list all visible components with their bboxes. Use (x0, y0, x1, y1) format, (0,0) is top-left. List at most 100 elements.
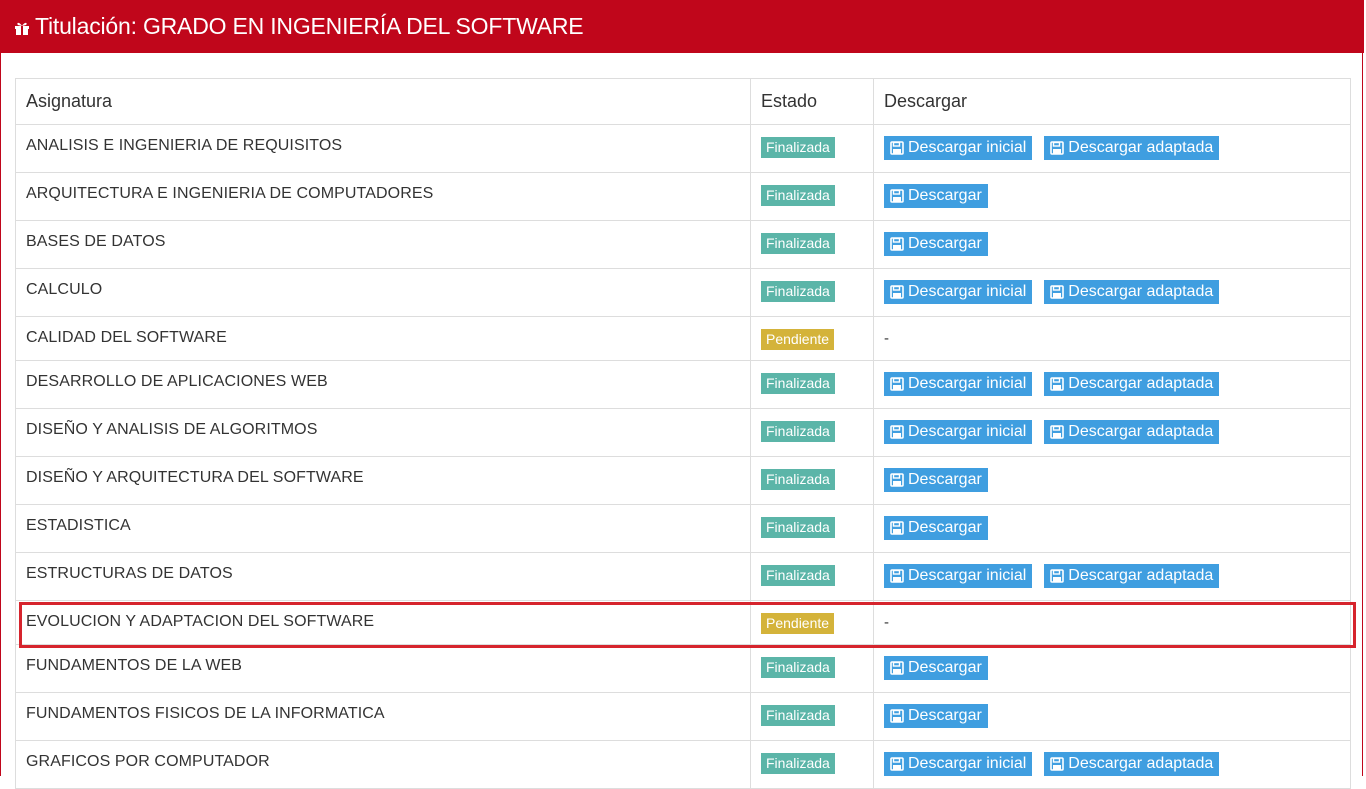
subjects-table-wrapper: Asignatura Estado Descargar ANALISIS E I… (15, 78, 1351, 789)
status-cell: Finalizada (750, 644, 874, 693)
download-initial-button[interactable]: Descargar inicial (884, 564, 1033, 588)
column-header-asignatura: Asignatura (15, 78, 751, 125)
table-row: BASES DE DATOS Finalizada Descargar (15, 220, 1351, 269)
download-button-label: Descargar inicial (908, 567, 1027, 584)
floppy-disk-icon (890, 709, 908, 723)
status-cell: Finalizada (750, 268, 874, 317)
subject-name: ANALISIS E INGENIERIA DE REQUISITOS (15, 124, 751, 173)
status-badge: Pendiente (761, 613, 835, 634)
download-button-label: Descargar inicial (908, 755, 1027, 772)
table-body: ANALISIS E INGENIERIA DE REQUISITOS Final… (15, 124, 1351, 789)
table-header-row: Asignatura Estado Descargar (15, 78, 1351, 125)
table-row: CALCULO Finalizada Descargar inicial Descar… (15, 268, 1351, 317)
table-row: FUNDAMENTOS FISICOS DE LA INFORMATICA Fin… (15, 692, 1351, 741)
status-cell: Finalizada (750, 360, 874, 409)
floppy-disk-icon (890, 377, 908, 391)
download-adapted-button[interactable]: Descargar adaptada (1044, 420, 1220, 444)
download-initial-button[interactable]: Descargar inicial (884, 372, 1033, 396)
floppy-disk-icon (1050, 425, 1068, 439)
download-cell: Descargar inicial Descargar adaptada (873, 740, 1351, 789)
status-badge: Finalizada (761, 705, 835, 726)
status-badge: Finalizada (761, 137, 835, 158)
download-adapted-button[interactable]: Descargar adaptada (1044, 280, 1220, 304)
download-button[interactable]: Descargar (884, 184, 988, 208)
download-cell: Descargar inicial Descargar adaptada (873, 268, 1351, 317)
status-badge: Finalizada (761, 281, 835, 302)
subject-name: GRAFICOS POR COMPUTADOR (15, 740, 751, 789)
download-adapted-button[interactable]: Descargar adaptada (1044, 136, 1220, 160)
table-row: DISEÑO Y ANALISIS DE ALGORITMOS Finalizad… (15, 408, 1351, 457)
floppy-disk-icon (1050, 285, 1068, 299)
subjects-table: Asignatura Estado Descargar ANALISIS E I… (15, 78, 1351, 789)
subject-name: FUNDAMENTOS FISICOS DE LA INFORMATICA (15, 692, 751, 741)
download-initial-button[interactable]: Descargar inicial (884, 280, 1033, 304)
download-cell: - (873, 316, 1351, 361)
download-button[interactable]: Descargar (884, 232, 988, 256)
download-button-label: Descargar (908, 707, 982, 724)
subject-name: FUNDAMENTOS DE LA WEB (15, 644, 751, 693)
status-badge: Finalizada (761, 233, 835, 254)
status-badge: Finalizada (761, 753, 835, 774)
column-header-descargar: Descargar (873, 78, 1351, 125)
status-cell: Finalizada (750, 552, 874, 601)
download-button[interactable]: Descargar (884, 704, 988, 728)
download-button-label: Descargar adaptada (1068, 755, 1214, 772)
download-cell: - (873, 600, 1351, 645)
download-cell: Descargar (873, 504, 1351, 553)
download-button-label: Descargar adaptada (1068, 567, 1214, 584)
subject-name: ARQUITECTURA E INGENIERIA DE COMPUTADORE… (15, 172, 751, 221)
table-row: ESTADISTICA Finalizada Descargar (15, 504, 1351, 553)
download-cell: Descargar (873, 456, 1351, 505)
download-button-label: Descargar adaptada (1068, 423, 1214, 440)
column-header-estado: Estado (750, 78, 874, 125)
titulacion-panel: Titulación: GRADO EN INGENIERÍA DEL SOFT… (0, 0, 1364, 789)
floppy-disk-icon (1050, 141, 1068, 155)
download-button-label: Descargar inicial (908, 139, 1027, 156)
download-button-label: Descargar (908, 519, 982, 536)
floppy-disk-icon (1050, 569, 1068, 583)
status-badge: Finalizada (761, 185, 835, 206)
status-badge: Finalizada (761, 373, 835, 394)
floppy-disk-icon (890, 661, 908, 675)
download-cell: Descargar (873, 172, 1351, 221)
subject-name: ESTRUCTURAS DE DATOS (15, 552, 751, 601)
table-row: CALIDAD DEL SOFTWARE Pendiente - (15, 316, 1351, 361)
status-cell: Pendiente (750, 316, 874, 361)
subject-name: CALIDAD DEL SOFTWARE (15, 316, 751, 361)
status-cell: Finalizada (750, 504, 874, 553)
download-initial-button[interactable]: Descargar inicial (884, 136, 1033, 160)
download-button-label: Descargar inicial (908, 283, 1027, 300)
download-adapted-button[interactable]: Descargar adaptada (1044, 752, 1220, 776)
status-badge: Finalizada (761, 657, 835, 678)
download-cell: Descargar (873, 220, 1351, 269)
floppy-disk-icon (890, 757, 908, 771)
download-cell: Descargar (873, 692, 1351, 741)
floppy-disk-icon (890, 285, 908, 299)
download-button-label: Descargar (908, 235, 982, 252)
download-button-label: Descargar (908, 471, 982, 488)
download-adapted-button[interactable]: Descargar adaptada (1044, 372, 1220, 396)
status-cell: Finalizada (750, 740, 874, 789)
status-cell: Finalizada (750, 220, 874, 269)
download-button-label: Descargar adaptada (1068, 139, 1214, 156)
status-cell: Finalizada (750, 456, 874, 505)
floppy-disk-icon (1050, 757, 1068, 771)
download-button-label: Descargar inicial (908, 423, 1027, 440)
subject-name: DESARROLLO DE APLICACIONES WEB (15, 360, 751, 409)
download-initial-button[interactable]: Descargar inicial (884, 420, 1033, 444)
floppy-disk-icon (1050, 377, 1068, 391)
status-badge: Finalizada (761, 565, 835, 586)
download-cell: Descargar inicial Descargar adaptada (873, 552, 1351, 601)
table-row: ANALISIS E INGENIERIA DE REQUISITOS Final… (15, 124, 1351, 173)
page-title: Titulación: GRADO EN INGENIERÍA DEL SOFT… (35, 13, 584, 39)
download-button[interactable]: Descargar (884, 516, 988, 540)
download-adapted-button[interactable]: Descargar adaptada (1044, 564, 1220, 588)
download-button[interactable]: Descargar (884, 468, 988, 492)
subject-name: DISEÑO Y ARQUITECTURA DEL SOFTWARE (15, 456, 751, 505)
table-row: EVOLUCION Y ADAPTACION DEL SOFTWARE Pendi… (15, 600, 1351, 645)
download-initial-button[interactable]: Descargar inicial (884, 752, 1033, 776)
download-button-label: Descargar adaptada (1068, 375, 1214, 392)
download-button[interactable]: Descargar (884, 656, 988, 680)
status-cell: Finalizada (750, 408, 874, 457)
status-badge: Finalizada (761, 469, 835, 490)
